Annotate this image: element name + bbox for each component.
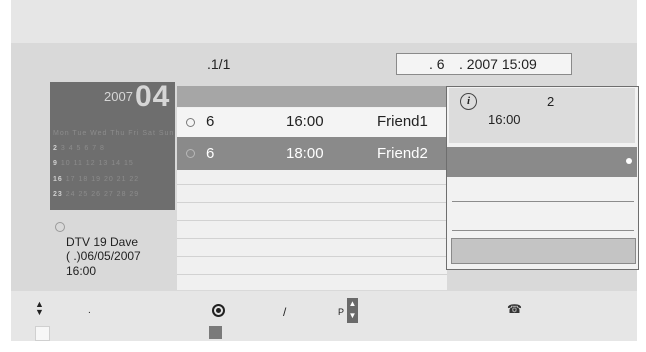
current-date-time: . 2007 15:09 xyxy=(459,56,537,72)
row-divider xyxy=(177,274,447,275)
selected-dot-icon xyxy=(626,158,632,164)
popup-option[interactable] xyxy=(447,178,637,201)
popup-option-selected[interactable] xyxy=(447,147,637,177)
calendar-week[interactable]: 23 24 25 26 27 28 29 xyxy=(53,191,139,198)
channel-date: ( .)06/05/2007 xyxy=(66,249,141,263)
calendar-month: 04 xyxy=(135,80,171,113)
popup-option-divider xyxy=(452,230,634,231)
white-button-icon xyxy=(35,326,50,341)
schedule-row-time: 18:00 xyxy=(286,145,324,162)
nav-label: . xyxy=(88,305,91,316)
row-divider xyxy=(177,202,447,203)
channel-name: DTV 19 Dave xyxy=(66,235,139,249)
channel-time: 16:00 xyxy=(66,264,97,278)
popup-option[interactable] xyxy=(447,202,637,230)
row-divider xyxy=(177,220,447,221)
popup-info-header xyxy=(449,88,635,143)
schedule-row-title: Friend2 xyxy=(377,145,428,162)
phone-icon: ☎ xyxy=(507,302,522,316)
calendar-week[interactable]: 2 3 4 5 6 7 8 xyxy=(53,145,105,152)
calendar-weekday-headers: Mon Tue Wed Thu Fri Sat Sun xyxy=(53,130,175,137)
gray-button-icon xyxy=(209,326,222,339)
program-label: P xyxy=(338,307,345,317)
program-up-down-icon: ▲ ▼ xyxy=(347,298,358,323)
record-dot-icon xyxy=(216,308,221,313)
schedule-row-day: 6 xyxy=(206,145,215,162)
calendar-week[interactable]: 16 17 18 19 20 21 22 xyxy=(53,176,139,183)
row-divider xyxy=(177,184,447,185)
current-date-day: . 6 xyxy=(429,56,445,72)
clock-icon xyxy=(186,118,195,127)
schedule-row-title: Friend1 xyxy=(377,113,428,130)
clock-icon xyxy=(186,149,195,158)
slash-separator: / xyxy=(283,305,287,319)
calendar-year: 2007 xyxy=(104,89,133,104)
popup-button[interactable] xyxy=(451,238,636,264)
row-divider xyxy=(177,256,447,257)
page-indicator: .1/1 xyxy=(207,56,231,72)
clock-icon xyxy=(55,222,65,232)
calendar-week[interactable]: 9 10 11 12 13 14 15 xyxy=(53,160,134,167)
footer-bar xyxy=(11,291,637,341)
popup-count: 2 xyxy=(547,94,555,109)
row-divider xyxy=(177,238,447,239)
schedule-row-time: 16:00 xyxy=(286,113,324,130)
schedule-row-day: 6 xyxy=(206,113,215,130)
schedule-list-header xyxy=(177,86,447,107)
popup-time: 16:00 xyxy=(488,112,521,127)
top-bar xyxy=(11,0,637,43)
up-down-arrows-icon: ▲ ▼ xyxy=(35,299,44,317)
info-icon: i xyxy=(460,93,477,110)
